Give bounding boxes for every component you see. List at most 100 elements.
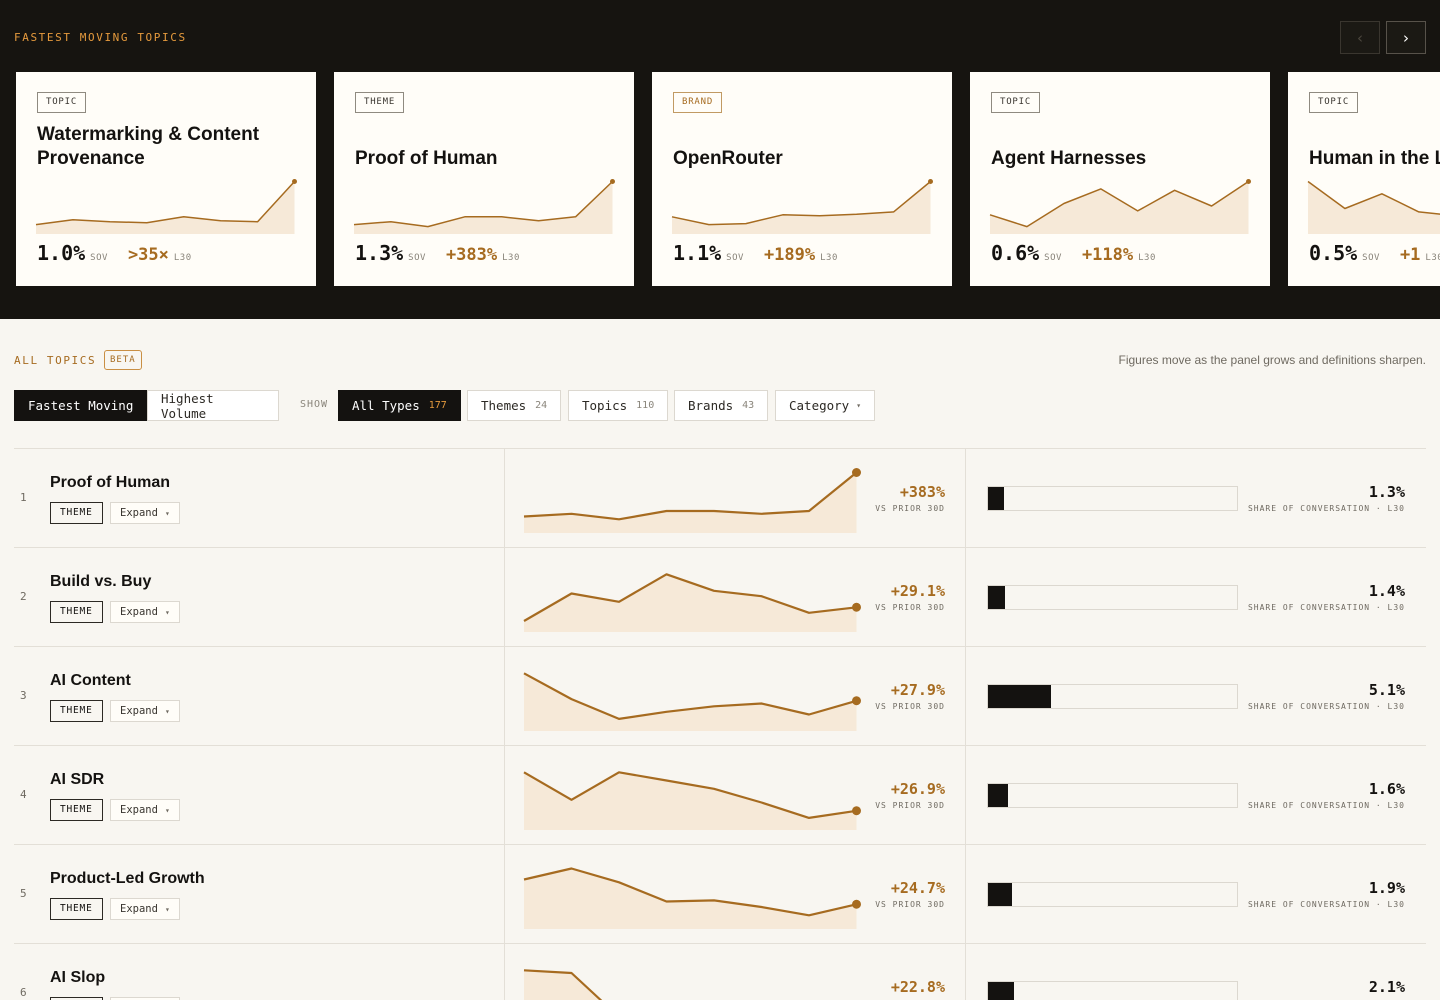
- card-sov-value: 1.3%: [355, 241, 404, 265]
- card-title: Human in the Loop: [1309, 148, 1440, 169]
- expand-button[interactable]: Expand ▾: [110, 898, 180, 920]
- row-change-value: +24.7%: [890, 879, 945, 897]
- filter-themes-button[interactable]: Themes 24: [467, 390, 562, 421]
- topic-card[interactable]: TOPIC Watermarking & Content Provenance …: [16, 72, 316, 286]
- row-change-value: +26.9%: [890, 780, 945, 798]
- row-topic-name[interactable]: AI Slop: [50, 969, 105, 987]
- card-sov-value: 1.1%: [673, 241, 722, 265]
- category-dropdown[interactable]: Category ▾: [775, 390, 876, 421]
- fastest-moving-panel: FASTEST MOVING TOPICS ‹ › TOPIC Watermar…: [0, 0, 1440, 319]
- row-sov-caption: SHARE OF CONVERSATION · L30: [1247, 900, 1405, 909]
- card-sparkline: [1307, 180, 1440, 234]
- sparkline-endpoint: [852, 806, 861, 816]
- sov-bar: [987, 684, 1238, 709]
- filter-all-types-button[interactable]: All Types 177: [338, 390, 461, 421]
- sort-fastest-label: Fastest Moving: [28, 398, 134, 413]
- filter-count: 24: [535, 400, 548, 411]
- chevron-right-icon: ›: [1403, 28, 1409, 47]
- expand-label: Expand: [120, 507, 158, 519]
- card-type-tag: TOPIC: [37, 92, 87, 113]
- row-change-caption: VS PRIOR 30D: [875, 702, 945, 711]
- filter-brands-button[interactable]: Brands 43: [674, 390, 769, 421]
- table-row[interactable]: 6 AI Slop THEME Expand▾ +22.8% VS PRIOR …: [14, 943, 1426, 1000]
- carousel-prev-button[interactable]: ‹: [1340, 21, 1380, 54]
- row-rank: 6: [20, 986, 27, 999]
- card-title: OpenRouter: [673, 148, 783, 169]
- filter-count: 177: [428, 400, 447, 411]
- card-sov-label: SOV: [1044, 253, 1062, 263]
- row-rank: 2: [20, 590, 27, 603]
- row-topic-name[interactable]: Product-Led Growth: [50, 870, 205, 888]
- topic-card[interactable]: BRAND OpenRouter 1.1% SOV +189% L30: [652, 72, 952, 286]
- sparkline-area: [524, 772, 857, 830]
- sort-fastest-moving-button[interactable]: Fastest Moving: [14, 390, 148, 421]
- row-rank: 4: [20, 788, 27, 801]
- table-row[interactable]: 2 Build vs. Buy THEME Expand ▾ +29.1% VS …: [14, 547, 1426, 647]
- card-title: Agent Harnesses: [991, 148, 1147, 169]
- row-type-tag: THEME: [50, 898, 103, 920]
- card-sov-label: SOV: [408, 253, 426, 263]
- sparkline-endpoint: [852, 899, 861, 909]
- row-sov-value: 5.1%: [1368, 681, 1405, 699]
- row-sparkline: [523, 969, 603, 1000]
- row-change-caption: VS PRIOR 30D: [875, 801, 945, 810]
- row-type-tag: THEME: [50, 502, 103, 524]
- row-sparkline: [523, 771, 861, 830]
- expand-button[interactable]: Expand ▾: [110, 601, 180, 623]
- row-sparkline: [523, 573, 861, 632]
- row-type-tag: THEME: [50, 799, 103, 821]
- chevron-down-icon: ▾: [164, 509, 170, 518]
- card-change-label: L30: [1138, 253, 1156, 263]
- beta-badge: BETA: [104, 350, 142, 370]
- row-rank: 5: [20, 887, 27, 900]
- card-sov-label: SOV: [90, 253, 108, 263]
- chevron-down-icon: ▾: [164, 707, 170, 716]
- card-change-label: L30: [1425, 253, 1440, 263]
- expand-label: Expand: [120, 903, 158, 915]
- topic-card[interactable]: TOPIC Agent Harnesses 0.6% SOV +118% L30: [970, 72, 1270, 286]
- card-type-tag: TOPIC: [991, 92, 1041, 113]
- row-topic-name[interactable]: AI SDR: [50, 771, 104, 789]
- row-change-caption: VS PRIOR 30D: [875, 603, 945, 612]
- figures-note: Figures move as the panel grows and defi…: [1118, 353, 1426, 367]
- sparkline-endpoint: [852, 602, 861, 612]
- sparkline-endpoint: [852, 696, 861, 706]
- card-sov-label: SOV: [1362, 253, 1380, 263]
- filter-label: Topics: [582, 398, 628, 413]
- expand-button[interactable]: Expand ▾: [110, 700, 180, 722]
- row-topic-name[interactable]: Build vs. Buy: [50, 573, 151, 591]
- sov-bar: [987, 981, 1238, 1000]
- sparkline-area: [524, 868, 857, 929]
- table-row[interactable]: 3 AI Content THEME Expand ▾ +27.9% VS PRI…: [14, 646, 1426, 746]
- topic-card[interactable]: TOPIC Human in the Loop 0.5% SOV +1 L30: [1288, 72, 1440, 286]
- all-topics-title: ALL TOPICS: [14, 354, 97, 367]
- sov-bar-fill: [988, 586, 1006, 609]
- table-row[interactable]: 1 Proof of Human THEME Expand ▾ +383% VS …: [14, 448, 1426, 548]
- card-sparkline: [353, 179, 615, 234]
- row-type-tag: THEME: [50, 700, 103, 722]
- card-change-value: >35×: [127, 245, 169, 265]
- expand-label: Expand: [120, 606, 158, 618]
- row-topic-name[interactable]: Proof of Human: [50, 474, 170, 492]
- card-change-value: +383%: [445, 245, 498, 265]
- sort-highest-volume-button[interactable]: Highest Volume: [147, 390, 279, 421]
- filter-count: 43: [742, 400, 755, 411]
- filter-topics-button[interactable]: Topics 110: [568, 390, 669, 421]
- carousel-next-button[interactable]: ›: [1386, 21, 1426, 54]
- card-sov-value: 0.6%: [991, 241, 1040, 265]
- sov-bar-fill: [988, 883, 1012, 906]
- chevron-down-icon: ▾: [856, 401, 862, 410]
- sparkline-endpoint: [928, 179, 933, 184]
- card-sov-label: SOV: [726, 253, 744, 263]
- filter-label: Themes: [481, 398, 527, 413]
- card-type-tag: THEME: [355, 92, 405, 113]
- row-topic-name[interactable]: AI Content: [50, 672, 131, 690]
- table-row[interactable]: 5 Product-Led Growth THEME Expand ▾ +24.7…: [14, 844, 1426, 944]
- row-sov-caption: SHARE OF CONVERSATION · L30: [1247, 801, 1405, 810]
- row-change-caption: VS PRIOR 30D: [875, 900, 945, 909]
- table-row[interactable]: 4 AI SDR THEME Expand ▾ +26.9% VS PRIOR 3…: [14, 745, 1426, 845]
- expand-button[interactable]: Expand ▾: [110, 502, 180, 524]
- show-label: SHOW: [300, 399, 329, 410]
- topic-card[interactable]: THEME Proof of Human 1.3% SOV +383% L30: [334, 72, 634, 286]
- expand-button[interactable]: Expand ▾: [110, 799, 180, 821]
